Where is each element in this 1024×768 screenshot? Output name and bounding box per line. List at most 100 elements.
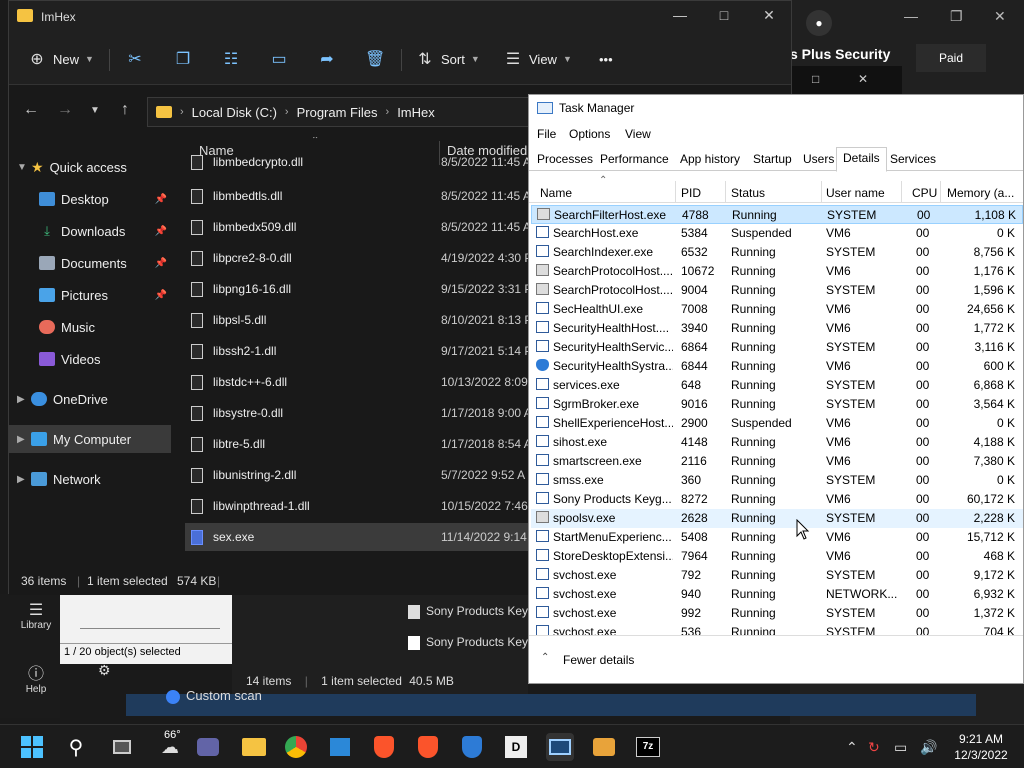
pin-icon[interactable]: 📌 — [155, 226, 167, 237]
process-row[interactable]: SgrmBroker.exe 9016 Running SYSTEM 00 3,564 K — [531, 395, 1023, 414]
app-button[interactable]: D — [502, 733, 530, 761]
file-row[interactable]: libwinpthread-1.dll 10/15/2022 7:46 — [185, 492, 545, 520]
process-row[interactable]: svchost.exe 792 Running SYSTEM 00 9,172 K — [531, 566, 1023, 585]
nav-videos[interactable]: Videos — [9, 345, 171, 373]
nav-music[interactable]: Music — [9, 313, 171, 341]
recent-chevron-icon[interactable]: ▼ — [85, 105, 105, 116]
tab-startup[interactable]: Startup — [753, 150, 792, 171]
weather-widget[interactable]: ☁ 66° — [150, 729, 190, 761]
tab-details[interactable]: Details — [836, 147, 887, 172]
process-row[interactable]: smss.exe 360 Running SYSTEM 00 0 K — [531, 471, 1023, 490]
view-button[interactable]: ☰ View ▼ — [503, 47, 572, 71]
chevron-up-icon[interactable]: ⌃ — [846, 739, 858, 756]
pin-icon[interactable]: 📌 — [155, 258, 167, 269]
custom-scan-button[interactable]: Custom scan — [166, 688, 262, 704]
maximize-icon[interactable]: □ — [709, 7, 739, 23]
process-row[interactable]: ShellExperienceHost.... 2900 Suspended VM6 0… — [531, 414, 1023, 433]
process-row[interactable]: SearchIndexer.exe 6532 Running SYSTEM 00 8,75… — [531, 243, 1023, 262]
bg-minimize-icon[interactable]: — — [904, 8, 918, 24]
monitor-icon[interactable]: ▭ — [894, 739, 907, 756]
column-name[interactable]: Name — [540, 186, 572, 200]
sort-button[interactable]: ⇅ Sort ▼ — [415, 47, 479, 71]
nav-documents[interactable]: Documents 📌 — [9, 249, 171, 277]
bg-maximize-icon[interactable]: ❐ — [950, 8, 963, 25]
pin-icon[interactable]: 📌 — [155, 290, 167, 301]
library-button[interactable]: ☰ Library — [14, 600, 58, 631]
nav-pictures[interactable]: Pictures 📌 — [9, 281, 171, 309]
delete-button[interactable]: 🗑 — [365, 47, 385, 71]
teams-button[interactable] — [194, 733, 222, 761]
process-row[interactable]: sihost.exe 4148 Running VM6 00 4,188 K — [531, 433, 1023, 452]
user-icon[interactable]: ● — [806, 10, 832, 36]
file-row[interactable]: libpsl-5.dll 8/10/2021 8:13 P — [185, 306, 545, 334]
bg-dialog-close-icon[interactable]: ✕ — [858, 72, 868, 86]
forward-arrow-icon[interactable]: → — [55, 101, 75, 119]
nav-downloads[interactable]: ⤓ Downloads 📌 — [9, 217, 171, 245]
nav-quick-access[interactable]: ▼ ★ Quick access — [9, 153, 171, 181]
back-arrow-icon[interactable]: ← — [21, 101, 41, 119]
task-manager-button[interactable] — [546, 733, 574, 761]
process-row[interactable]: StartMenuExperienc... 5408 Running VM6 00 15,… — [531, 528, 1023, 547]
file-row-selected[interactable]: sex.exe 11/14/2022 9:14 — [185, 523, 545, 551]
defender-button[interactable] — [458, 733, 486, 761]
process-row[interactable]: spoolsv.exe 2628 Running SYSTEM 00 2,228 K — [531, 509, 1023, 528]
clock[interactable]: 9:21 AM 12/3/2022 — [946, 731, 1016, 763]
file-row[interactable]: libstdc++-6.dll 10/13/2022 8:09 — [185, 368, 545, 396]
search-button[interactable]: ⚲ — [62, 733, 90, 761]
file-row[interactable]: libpcre2-8-0.dll 4/19/2022 4:30 P — [185, 244, 545, 272]
column-pid[interactable]: PID — [681, 186, 701, 200]
help-button[interactable]: ⓘ Help — [14, 660, 58, 695]
process-row[interactable]: svchost.exe 940 Running NETWORK... 00 6,932 K — [531, 585, 1023, 604]
gear-icon[interactable]: ⚙ — [98, 662, 118, 678]
file-row[interactable]: libunistring-2.dll 5/7/2022 9:52 A — [185, 461, 545, 489]
process-row[interactable]: StoreDesktopExtensi... 7964 Running VM6 00 46… — [531, 547, 1023, 566]
fewer-details-button[interactable]: Fewer details — [563, 653, 634, 667]
file-row[interactable]: libmbedtls.dll 8/5/2022 11:45 AM — [185, 182, 545, 210]
up-arrow-icon[interactable]: ↑ — [115, 101, 135, 119]
process-row[interactable]: services.exe 648 Running SYSTEM 00 6,868 K — [531, 376, 1023, 395]
address-bar[interactable]: › Local Disk (C:) › Program Files › ImHe… — [147, 97, 533, 127]
new-button[interactable]: ⊕ New ▼ — [27, 47, 94, 71]
tab-services[interactable]: Services — [890, 150, 936, 171]
media-player-button[interactable] — [590, 733, 618, 761]
file-row[interactable]: libmbedcrypto.dll 8/5/2022 11:45 A — [185, 153, 545, 171]
process-row[interactable]: SearchProtocolHost.... 9004 Running SYSTEM 0… — [531, 281, 1023, 300]
nav-onedrive[interactable]: ▶ OneDrive — [9, 385, 171, 413]
process-row[interactable]: SecurityHealthServic... 6864 Running SYSTEM… — [531, 338, 1023, 357]
process-row[interactable]: svchost.exe 536 Running SYSTEM 00 704 K — [531, 623, 1023, 635]
bg-file-item[interactable]: Sony Products Key — [408, 604, 528, 619]
menu-view[interactable]: View — [625, 127, 651, 141]
bg-dialog-maximize-icon[interactable]: □ — [812, 72, 819, 86]
task-view-button[interactable] — [108, 733, 136, 761]
process-row[interactable]: SearchFilterHost.exe 4788 Running SYSTEM 00 1… — [531, 205, 1023, 224]
breadcrumb-local-disk[interactable]: Local Disk (C:) — [192, 105, 277, 120]
process-row[interactable]: SearchProtocolHost.... 10672 Running VM6 00 1… — [531, 262, 1023, 281]
pin-icon[interactable]: 📌 — [155, 194, 167, 205]
more-options-button[interactable]: ••• — [599, 47, 613, 71]
bg-file-item[interactable]: Sony Products Key — [408, 635, 528, 650]
store-button[interactable] — [326, 733, 354, 761]
process-row[interactable]: svchost.exe 992 Running SYSTEM 00 1,372 K — [531, 604, 1023, 623]
process-row[interactable]: smartscreen.exe 2116 Running VM6 00 7,380 K — [531, 452, 1023, 471]
task-manager-title-bar[interactable]: Task Manager — [529, 95, 1023, 121]
file-row[interactable]: libsystre-0.dll 1/17/2018 9:00 A — [185, 399, 545, 427]
file-row[interactable]: libtre-5.dll 1/17/2018 8:54 A — [185, 430, 545, 458]
tab-users[interactable]: Users — [803, 150, 834, 171]
explorer-title-bar[interactable]: ImHex — □ ✕ — [9, 1, 791, 33]
file-row[interactable]: libpng16-16.dll 9/15/2022 3:31 P — [185, 275, 545, 303]
breadcrumb-program-files[interactable]: Program Files — [297, 105, 378, 120]
copy-button[interactable]: ❐ — [173, 47, 193, 71]
bg-close-icon[interactable]: ✕ — [994, 8, 1006, 25]
minimize-icon[interactable]: — — [665, 7, 695, 23]
menu-options[interactable]: Options — [569, 127, 610, 141]
cut-button[interactable]: ✂ — [125, 47, 145, 71]
paste-button[interactable]: ☷ — [221, 47, 241, 71]
column-memory[interactable]: Memory (a... — [947, 186, 1014, 200]
process-row[interactable]: SecHealthUI.exe 7008 Running VM6 00 24,656 K — [531, 300, 1023, 319]
brave-beta-button[interactable] — [414, 733, 442, 761]
menu-file[interactable]: File — [537, 127, 556, 141]
column-cpu[interactable]: CPU — [912, 186, 937, 200]
tab-app-history[interactable]: App history — [680, 150, 740, 171]
column-user-name[interactable]: User name — [826, 186, 885, 200]
process-row[interactable]: SecurityHealthHost.... 3940 Running VM6 00 1,… — [531, 319, 1023, 338]
